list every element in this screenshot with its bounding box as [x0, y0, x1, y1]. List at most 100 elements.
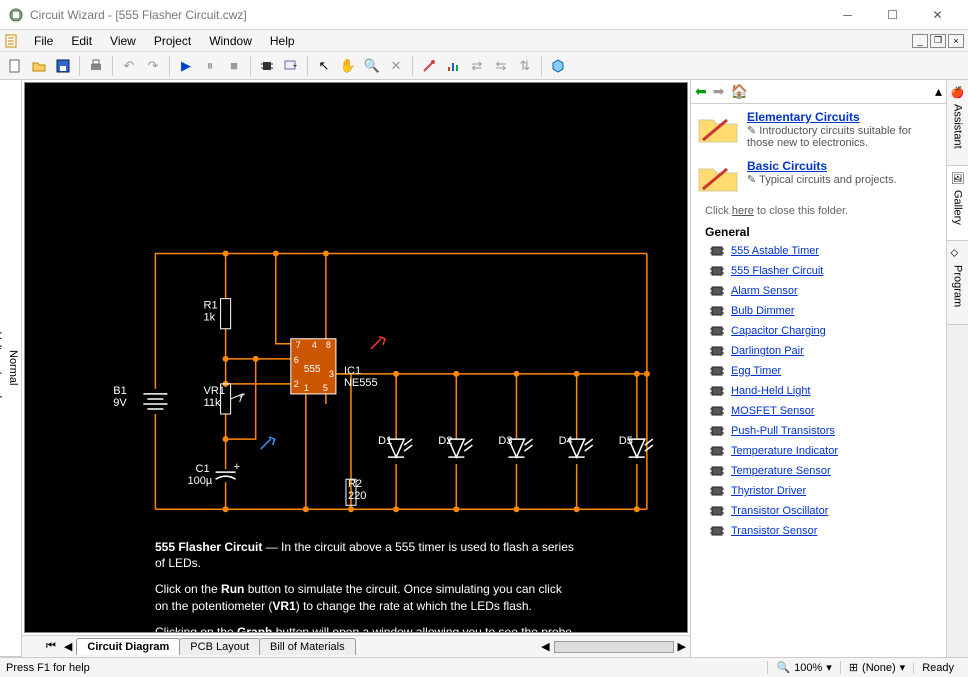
menu-window[interactable]: Window: [201, 32, 260, 50]
chip-icon: [709, 505, 725, 517]
svg-text:555: 555: [304, 364, 321, 375]
redo-button[interactable]: ↷: [142, 55, 164, 77]
app-icon: [8, 7, 24, 23]
tab-voltage-levels[interactable]: Voltage Levels: [0, 80, 5, 657]
title-bar: Circuit Wizard - [555 Flasher Circuit.cw…: [0, 0, 968, 30]
list-item[interactable]: Hand-Held Light: [709, 385, 940, 397]
nav-back-icon[interactable]: ⬅: [695, 83, 707, 100]
list-item[interactable]: 555 Astable Timer: [709, 245, 940, 257]
right-side-tabs: 🍎Assistant 🖼Gallery ⬦Program: [946, 80, 968, 657]
circuit-canvas[interactable]: B1 9V R1 1k VR1 11k C1 100µ + 555 7: [24, 82, 688, 633]
run-button[interactable]: ▶: [175, 55, 197, 77]
convert1-button[interactable]: ⇄: [466, 55, 488, 77]
grid-icon: ⊞: [849, 661, 858, 674]
circuit-link: Hand-Held Light: [731, 385, 811, 397]
list-item[interactable]: Push-Pull Transistors: [709, 425, 940, 437]
circuit-link: Temperature Sensor: [731, 465, 831, 477]
chip-icon: [709, 305, 725, 317]
list-item[interactable]: Darlington Pair: [709, 345, 940, 357]
chip-icon: [709, 485, 725, 497]
dropdown-button[interactable]: [280, 55, 302, 77]
doc-icon: [4, 33, 20, 49]
tab-pcb-layout[interactable]: PCB Layout: [179, 638, 260, 655]
hscroll-right[interactable]: ▶: [674, 640, 690, 653]
list-item[interactable]: Alarm Sensor: [709, 285, 940, 297]
convert2-button[interactable]: ⇆: [490, 55, 512, 77]
3d-button[interactable]: [547, 55, 569, 77]
folder-icon: [697, 159, 739, 195]
close-folder-link[interactable]: here: [732, 205, 754, 217]
graph-button[interactable]: [442, 55, 464, 77]
convert3-button[interactable]: ⇅: [514, 55, 536, 77]
window-title: Circuit Wizard - [555 Flasher Circuit.cw…: [30, 8, 825, 22]
folder-elementary[interactable]: Elementary Circuits ✎ Introductory circu…: [697, 110, 940, 149]
svg-text:5: 5: [323, 383, 328, 393]
menu-view[interactable]: View: [102, 32, 144, 50]
list-item[interactable]: Thyristor Driver: [709, 485, 940, 497]
maximize-button[interactable]: ☐: [870, 0, 915, 30]
pause-button[interactable]: ⏸: [199, 55, 221, 77]
hscroll-track[interactable]: [554, 641, 674, 653]
tab-nav-first[interactable]: ⏮: [42, 640, 60, 653]
nav-forward-icon[interactable]: ➡: [713, 83, 725, 100]
gallery-body: Elementary Circuits ✎ Introductory circu…: [691, 104, 946, 657]
delete-button[interactable]: ✕: [385, 55, 407, 77]
circuit-link: Egg Timer: [731, 365, 781, 377]
list-item[interactable]: MOSFET Sensor: [709, 405, 940, 417]
probe-button[interactable]: [418, 55, 440, 77]
stop-button[interactable]: ■: [223, 55, 245, 77]
list-item[interactable]: 555 Flasher Circuit: [709, 265, 940, 277]
circuit-list: 555 Astable Timer 555 Flasher Circuit Alar…: [697, 245, 940, 537]
menu-project[interactable]: Project: [146, 32, 199, 50]
pan-button[interactable]: ✋: [337, 55, 359, 77]
list-item[interactable]: Capacitor Charging: [709, 325, 940, 337]
circuit-link: Transistor Sensor: [731, 525, 817, 537]
print-button[interactable]: [85, 55, 107, 77]
tab-circuit-diagram[interactable]: Circuit Diagram: [76, 638, 180, 655]
circuit-link: Darlington Pair: [731, 345, 804, 357]
chip-button[interactable]: [256, 55, 278, 77]
tab-assistant[interactable]: 🍎Assistant: [947, 80, 968, 166]
list-item[interactable]: Bulb Dimmer: [709, 305, 940, 317]
svg-text:4: 4: [312, 340, 317, 350]
svg-text:R2: R2: [348, 478, 362, 490]
menu-file[interactable]: File: [26, 32, 61, 50]
close-button[interactable]: ✕: [915, 0, 960, 30]
mdi-minimize[interactable]: _: [912, 34, 928, 48]
open-button[interactable]: [28, 55, 50, 77]
save-button[interactable]: [52, 55, 74, 77]
close-folder-hint: Click here to close this folder.: [705, 205, 940, 217]
tab-normal[interactable]: Normal: [5, 80, 21, 657]
list-item[interactable]: Temperature Sensor: [709, 465, 940, 477]
new-button[interactable]: [4, 55, 26, 77]
status-zoom[interactable]: 🔍100%▾: [767, 661, 839, 674]
menu-edit[interactable]: Edit: [63, 32, 100, 50]
status-grid[interactable]: ⊞(None)▾: [840, 661, 913, 674]
undo-button[interactable]: ↶: [118, 55, 140, 77]
tab-bom[interactable]: Bill of Materials: [259, 638, 356, 655]
mdi-restore[interactable]: ❐: [930, 34, 946, 48]
nav-up-icon[interactable]: ▴: [935, 83, 942, 100]
svg-text:VR1: VR1: [204, 385, 225, 397]
list-item[interactable]: Transistor Sensor: [709, 525, 940, 537]
right-panel: ⬅ ➡ 🏠 ▴ Elementary Circuits ✎ Introducto…: [690, 80, 968, 657]
zoom-button[interactable]: 🔍: [361, 55, 383, 77]
svg-text:2: 2: [294, 379, 299, 389]
chip-icon: [709, 385, 725, 397]
menu-help[interactable]: Help: [262, 32, 303, 50]
tab-gallery[interactable]: 🖼Gallery: [947, 166, 968, 242]
tab-nav-prev[interactable]: ◀: [60, 640, 76, 653]
hscroll-left[interactable]: ◀: [537, 640, 553, 653]
list-item[interactable]: Egg Timer: [709, 365, 940, 377]
svg-text:6: 6: [294, 355, 299, 365]
tab-program[interactable]: ⬦Program: [947, 241, 968, 324]
minimize-button[interactable]: ─: [825, 0, 870, 30]
list-item[interactable]: Transistor Oscillator: [709, 505, 940, 517]
svg-text:1k: 1k: [204, 312, 216, 324]
list-item[interactable]: Temperature Indicator: [709, 445, 940, 457]
mdi-close[interactable]: ×: [948, 34, 964, 48]
pointer-button[interactable]: ↖: [313, 55, 335, 77]
nav-home-icon[interactable]: 🏠: [730, 83, 747, 100]
folder-basic[interactable]: Basic Circuits ✎ Typical circuits and pr…: [697, 159, 940, 195]
circuit-link: 555 Astable Timer: [731, 245, 819, 257]
